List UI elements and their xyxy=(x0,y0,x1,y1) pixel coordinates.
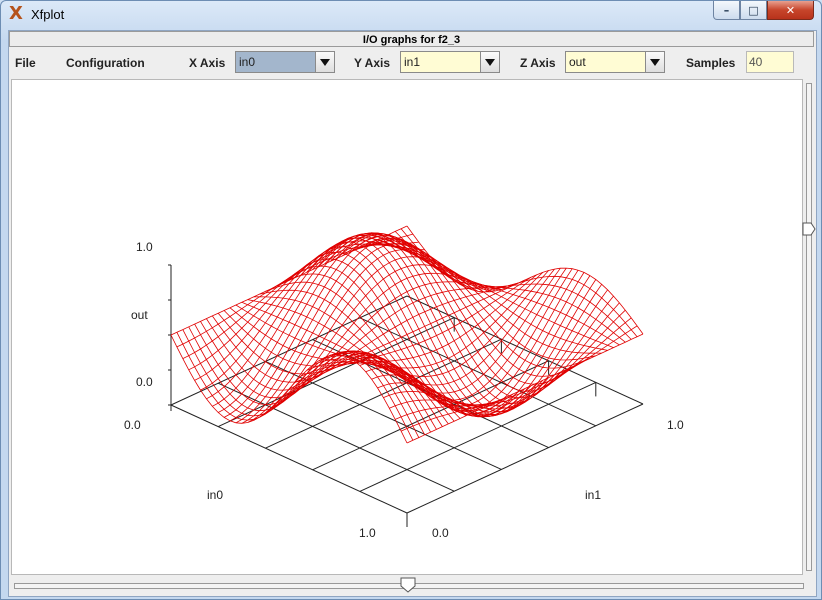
z-axis-value: out xyxy=(569,55,586,69)
z-axis-name-label: out xyxy=(131,308,148,322)
mesh-line xyxy=(265,272,502,414)
mesh-line xyxy=(271,281,508,408)
mesh-line xyxy=(330,267,567,401)
minimize-button[interactable]: – xyxy=(713,1,740,20)
z-axis-select[interactable]: out xyxy=(565,51,665,73)
surface-plot-area[interactable]: 1.0 out 0.0 0.0 in0 1.0 0.0 in1 1.0 xyxy=(11,79,803,575)
configuration-menu[interactable]: Configuration xyxy=(66,56,145,70)
surface-mesh xyxy=(170,225,644,444)
chevron-down-icon[interactable] xyxy=(315,52,334,72)
mesh-line xyxy=(377,295,614,413)
close-icon: ✕ xyxy=(785,3,796,17)
floor-grid-line xyxy=(359,381,597,492)
mesh-line xyxy=(318,268,555,386)
samples-input[interactable]: 40 xyxy=(746,51,794,73)
xfplot-window: X Xfplot – □ ✕ I/O graphs for f2_3 File … xyxy=(0,0,822,600)
title-bar[interactable]: X Xfplot – □ ✕ xyxy=(1,1,821,29)
mesh-line xyxy=(400,325,638,432)
z-axis xyxy=(168,264,172,411)
horizontal-slider-thumb[interactable] xyxy=(400,577,416,593)
vertical-slider[interactable] xyxy=(802,79,816,575)
toolbar: File Configuration X Axis in0 Y Axis in1… xyxy=(9,48,816,76)
in1-max-label: 1.0 xyxy=(667,418,684,432)
z-axis-min-label: 0.0 xyxy=(136,375,153,389)
window-title: Xfplot xyxy=(31,7,65,22)
horizontal-slider[interactable] xyxy=(11,577,804,593)
in1-min-label: 0.0 xyxy=(432,526,449,540)
mesh-line xyxy=(259,264,496,418)
maximize-icon: □ xyxy=(748,3,759,17)
client-area: I/O graphs for f2_3 File Configuration X… xyxy=(8,30,817,597)
samples-label: Samples xyxy=(686,56,736,70)
mesh-line xyxy=(194,240,431,381)
mesh-line xyxy=(277,284,514,403)
in0-min-label: 0.0 xyxy=(124,418,141,432)
mesh-line xyxy=(395,317,632,420)
y-axis-value: in1 xyxy=(404,55,421,69)
x-axis-select[interactable]: in0 xyxy=(235,51,335,73)
x-logo-icon: X xyxy=(9,3,23,24)
graph-header-title: I/O graphs for f2_3 xyxy=(9,31,814,47)
vertical-slider-track[interactable] xyxy=(806,83,812,571)
file-menu[interactable]: File xyxy=(15,56,36,70)
y-axis-label: Y Axis xyxy=(354,56,391,70)
close-button[interactable]: ✕ xyxy=(767,1,814,20)
z-axis-max-label: 1.0 xyxy=(136,240,153,254)
floor-grid-line xyxy=(265,338,502,449)
chevron-down-icon[interactable] xyxy=(645,52,664,72)
in0-max-label: 1.0 xyxy=(359,526,376,540)
minimize-icon: – xyxy=(723,3,730,17)
surface-plot: 1.0 out 0.0 0.0 in0 1.0 0.0 in1 1.0 xyxy=(124,225,684,540)
x-axis-label: X Axis xyxy=(189,56,226,70)
x-axis-value: in0 xyxy=(239,55,256,69)
in0-axis-name-label: in0 xyxy=(207,488,223,502)
in1-axis-name-label: in1 xyxy=(585,488,601,502)
chevron-down-icon[interactable] xyxy=(480,52,499,72)
y-axis-select[interactable]: in1 xyxy=(400,51,500,73)
z-axis-label: Z Axis xyxy=(520,56,556,70)
floor-grid-line xyxy=(406,403,644,514)
vertical-slider-thumb[interactable] xyxy=(802,222,816,236)
mesh-line xyxy=(347,272,585,415)
maximize-button[interactable]: □ xyxy=(740,1,767,20)
